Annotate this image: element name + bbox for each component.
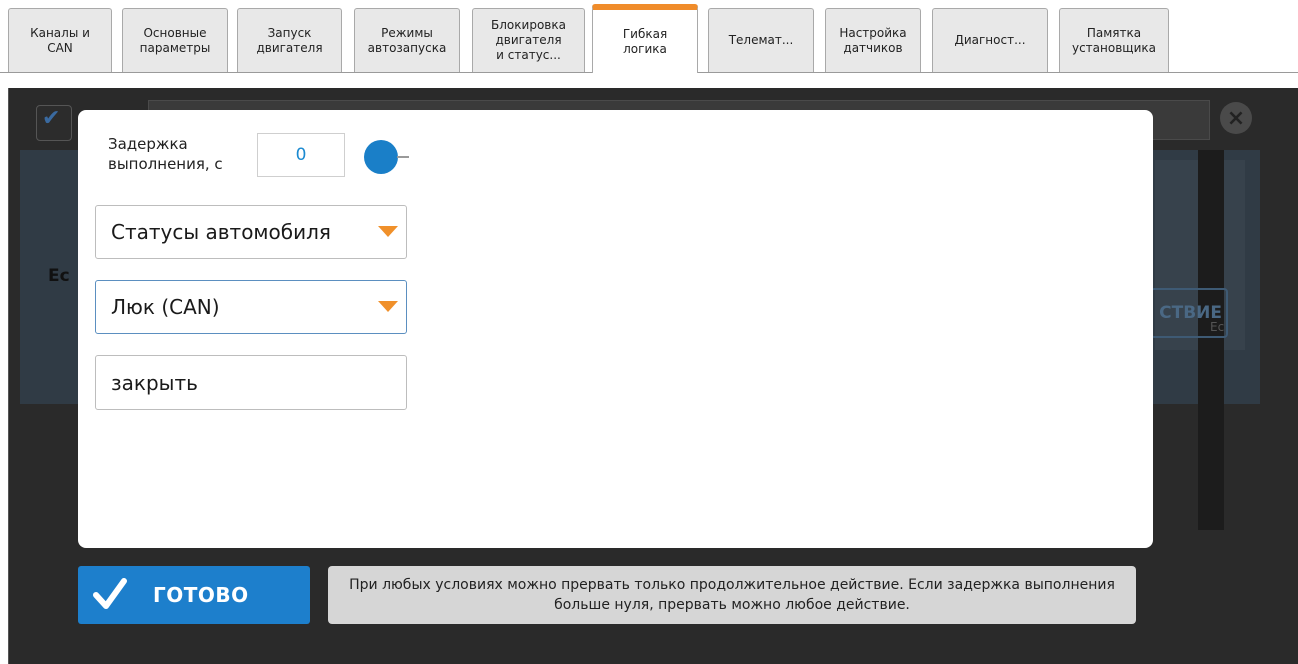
- category-select-value: Статусы автомобиля: [111, 220, 331, 244]
- item-select[interactable]: Люк (CAN): [95, 280, 407, 334]
- done-button[interactable]: ГОТОВО: [78, 566, 310, 624]
- action-value-text: закрыть: [111, 370, 198, 395]
- tab-label: Памятка установщика: [1071, 25, 1156, 55]
- tab-main-parameters[interactable]: Основные параметры: [122, 8, 228, 72]
- tab-engine-start[interactable]: Запуск двигателя: [237, 8, 342, 72]
- tab-installer-memo[interactable]: Памятка установщика: [1059, 8, 1169, 72]
- category-select[interactable]: Статусы автомобиля: [95, 205, 407, 259]
- bg-if-label: Ес: [48, 266, 70, 286]
- hint-text: При любых условиях можно прервать только…: [349, 577, 1115, 613]
- tab-channels-can[interactable]: Каналы и CAN: [8, 8, 112, 72]
- tab-label: Каналы и CAN: [30, 25, 90, 55]
- tab-sensor-settings[interactable]: Настройка датчиков: [825, 8, 921, 72]
- tab-label: Диагност...: [954, 33, 1026, 47]
- tab-flexible-logic[interactable]: Гибкая логика: [592, 4, 698, 73]
- chevron-down-icon: [378, 226, 398, 237]
- tab-label: Основные параметры: [139, 25, 211, 55]
- checkmark-icon: ✔: [42, 106, 61, 131]
- close-icon: ×: [1220, 102, 1252, 134]
- chevron-down-icon: [378, 301, 398, 312]
- tab-label: Телемат...: [728, 33, 794, 47]
- tab-label: Блокировка двигателя и статус...: [491, 18, 566, 62]
- tab-label: Режимы автозапуска: [367, 25, 447, 55]
- delay-slider-track[interactable]: [397, 156, 409, 158]
- action-value-field[interactable]: закрыть: [95, 355, 407, 410]
- checkmark-icon: [93, 578, 127, 609]
- tab-autostart-modes[interactable]: Режимы автозапуска: [354, 8, 460, 72]
- done-button-label: ГОТОВО: [153, 583, 249, 607]
- item-select-value: Люк (CAN): [111, 295, 220, 319]
- tab-label: Запуск двигателя: [256, 25, 323, 55]
- delay-slider-knob[interactable]: [364, 140, 398, 174]
- tab-engine-lock[interactable]: Блокировка двигателя и статус...: [472, 8, 585, 72]
- bg-scrollbar: [1198, 150, 1224, 530]
- delay-label: Задержка выполнения, с: [108, 135, 223, 173]
- bg-if-label-small: Ес: [1210, 320, 1225, 334]
- tab-bar: Каналы и CAN Основные параметры Запуск д…: [0, 0, 1298, 88]
- tab-telematics[interactable]: Телемат...: [708, 8, 814, 72]
- delay-input[interactable]: 0: [257, 133, 345, 177]
- tab-label: Гибкая логика: [622, 26, 668, 56]
- hint-message: При любых условиях можно прервать только…: [328, 566, 1136, 624]
- tab-label: Настройка датчиков: [839, 25, 907, 55]
- tab-diagnostics[interactable]: Диагност...: [932, 8, 1048, 72]
